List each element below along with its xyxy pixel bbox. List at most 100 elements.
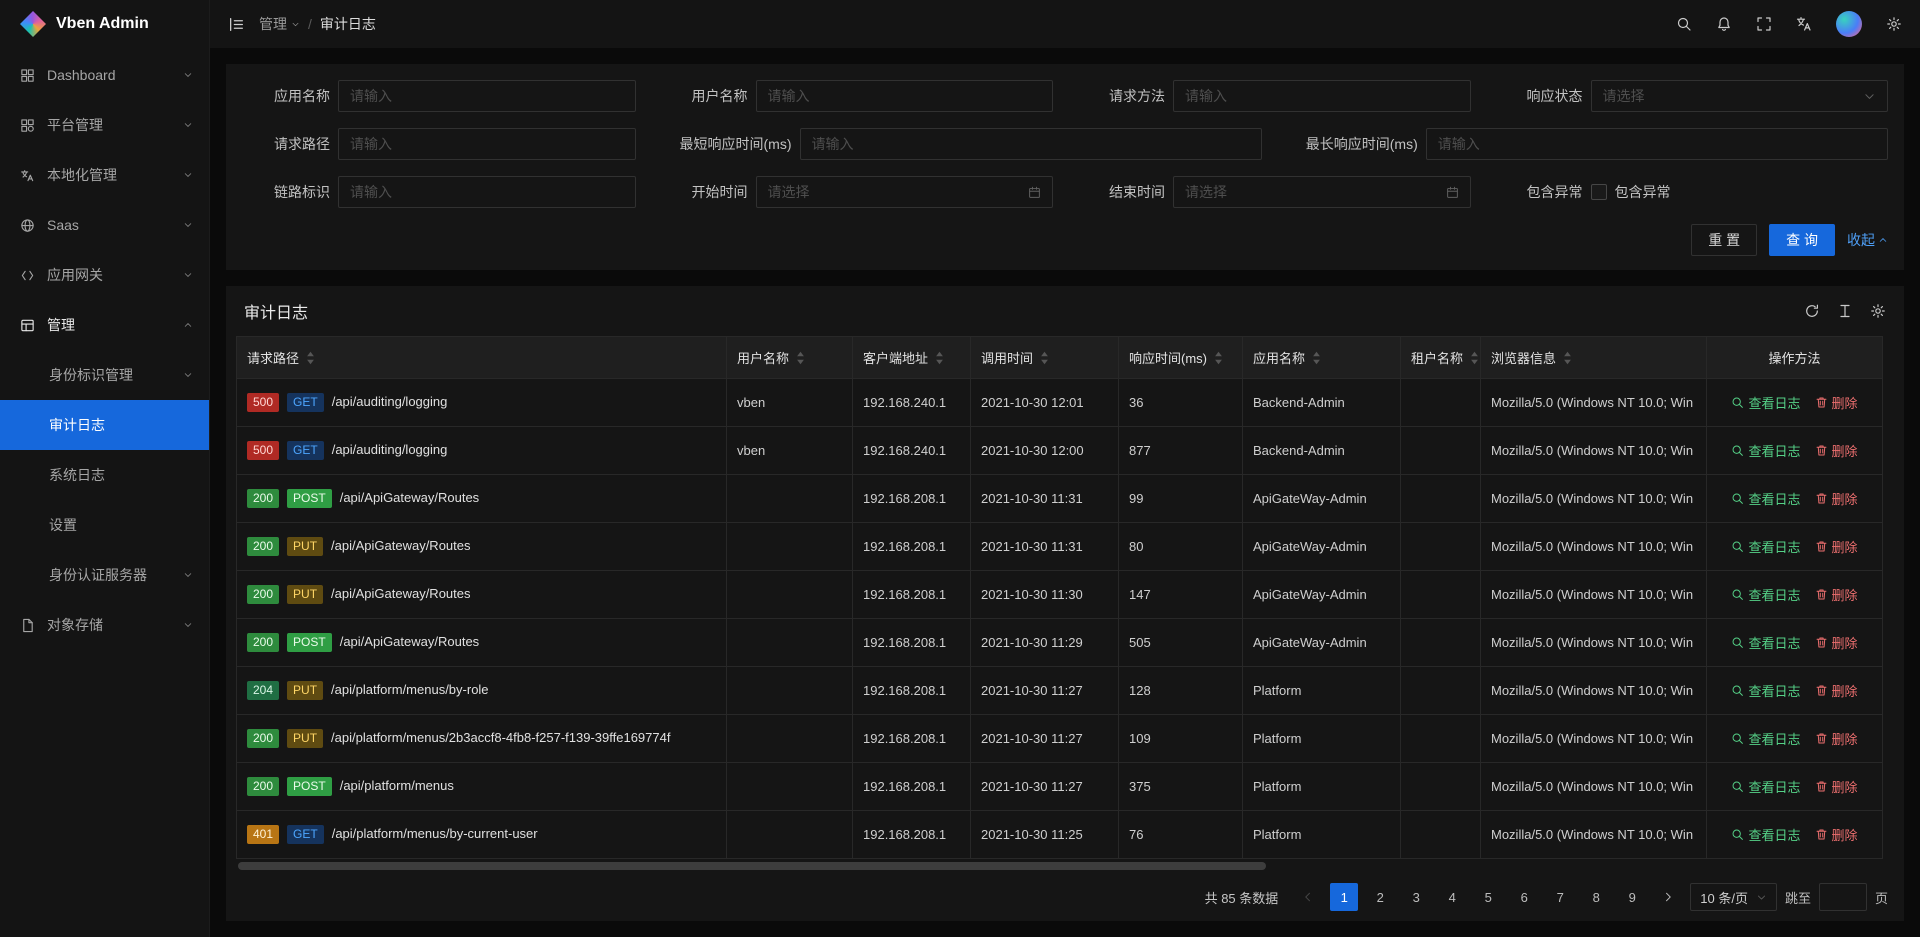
start-time-date-picker[interactable]: 请选择 — [756, 176, 1054, 208]
trace-id-input[interactable] — [338, 176, 636, 208]
sidebar-subitem-identity-management[interactable]: 身份标识管理 — [0, 350, 209, 400]
sidebar-subitem-audit-log[interactable]: 审计日志 — [0, 400, 209, 450]
page-button-2[interactable]: 2 — [1366, 883, 1394, 911]
view-log-button[interactable]: 查看日志 — [1731, 537, 1800, 556]
page-button-1[interactable]: 1 — [1330, 883, 1358, 911]
sidebar-item-saas[interactable]: Saas — [0, 200, 209, 250]
sidebar-item-object-storage[interactable]: 对象存储 — [0, 600, 209, 650]
next-page-button[interactable] — [1654, 883, 1682, 911]
app-logo[interactable]: Vben Admin — [0, 0, 209, 48]
page-button-8[interactable]: 8 — [1582, 883, 1610, 911]
caret-down-icon — [1470, 359, 1479, 365]
sidebar-item-management[interactable]: 管理 — [0, 300, 209, 350]
prev-page-button[interactable] — [1294, 883, 1322, 911]
delete-button[interactable]: 删除 — [1815, 393, 1858, 412]
page-button-9[interactable]: 9 — [1618, 883, 1646, 911]
refresh-icon[interactable] — [1804, 303, 1820, 319]
page-button-4[interactable]: 4 — [1438, 883, 1466, 911]
response-status-select[interactable]: 请选择 — [1591, 80, 1889, 112]
min-response-time-input[interactable] — [800, 128, 1262, 160]
view-log-button[interactable]: 查看日志 — [1731, 489, 1800, 508]
filter-fields: 应用名称用户名称请求方法响应状态请选择请求路径最短响应时间(ms)最长响应时间(… — [242, 80, 1888, 208]
column-settings-icon[interactable] — [1870, 303, 1886, 319]
sort-icon — [1470, 351, 1479, 365]
search-button[interactable]: 查 询 — [1769, 224, 1835, 256]
fullscreen-icon[interactable] — [1756, 16, 1772, 32]
response-time-cell: 147 — [1119, 571, 1243, 619]
call-time-cell: 2021-10-30 11:29 — [971, 619, 1119, 667]
sidebar-item-localization-management[interactable]: 本地化管理 — [0, 150, 209, 200]
sidebar-item-dashboard[interactable]: Dashboard — [0, 50, 209, 100]
page-button-7[interactable]: 7 — [1546, 883, 1574, 911]
magnifier-icon — [1731, 732, 1744, 745]
delete-button[interactable]: 删除 — [1815, 585, 1858, 604]
app-name-input[interactable] — [338, 80, 636, 112]
filter-field-min-response-time: 最短响应时间(ms) — [660, 128, 1262, 160]
view-log-button[interactable]: 查看日志 — [1731, 393, 1800, 412]
include-exception-checkbox[interactable] — [1591, 184, 1607, 200]
translate-icon[interactable] — [1796, 16, 1812, 32]
field-label: 开始时间 — [660, 182, 748, 202]
breadcrumb-root[interactable]: 管理 — [259, 14, 300, 34]
view-log-button[interactable]: 查看日志 — [1731, 729, 1800, 748]
delete-button[interactable]: 删除 — [1815, 681, 1858, 700]
chevron-down-icon — [183, 120, 193, 130]
user-name-cell — [727, 811, 853, 859]
column-header-tenant-name[interactable]: 租户名称 — [1401, 337, 1481, 379]
sidebar-subitem-settings[interactable]: 设置 — [0, 500, 209, 550]
page-button-5[interactable]: 5 — [1474, 883, 1502, 911]
column-header-call-time[interactable]: 调用时间 — [971, 337, 1119, 379]
horizontal-scrollbar[interactable] — [236, 862, 1894, 870]
jump-page-input[interactable] — [1819, 883, 1867, 911]
column-header-response-time[interactable]: 响应时间(ms) — [1119, 337, 1243, 379]
request-method-input[interactable] — [1173, 80, 1471, 112]
collapse-link[interactable]: 收起 — [1847, 230, 1888, 250]
end-time-date-picker[interactable]: 请选择 — [1173, 176, 1471, 208]
page-button-6[interactable]: 6 — [1510, 883, 1538, 911]
delete-button[interactable]: 删除 — [1815, 537, 1858, 556]
column-header-client-ip[interactable]: 客户端地址 — [853, 337, 971, 379]
scrollbar-thumb[interactable] — [238, 862, 1266, 870]
delete-button[interactable]: 删除 — [1815, 489, 1858, 508]
view-log-button[interactable]: 查看日志 — [1731, 633, 1800, 652]
column-title: 调用时间 — [981, 348, 1033, 367]
sidebar-subitem-auth-server[interactable]: 身份认证服务器 — [0, 550, 209, 600]
sidebar-subitem-system-log[interactable]: 系统日志 — [0, 450, 209, 500]
caret-up-icon — [1312, 351, 1321, 357]
max-response-time-input[interactable] — [1426, 128, 1888, 160]
topbar: 管理 / 审计日志 — [210, 0, 1920, 48]
caret-down-icon — [306, 359, 315, 365]
delete-button[interactable]: 删除 — [1815, 825, 1858, 844]
client-ip-cell: 192.168.208.1 — [853, 715, 971, 763]
view-log-button[interactable]: 查看日志 — [1731, 777, 1800, 796]
user-avatar[interactable] — [1836, 11, 1862, 37]
view-log-button[interactable]: 查看日志 — [1731, 825, 1800, 844]
column-header-app-name[interactable]: 应用名称 — [1243, 337, 1401, 379]
user-name-input[interactable] — [756, 80, 1054, 112]
trash-icon — [1815, 732, 1828, 745]
column-header-user-name[interactable]: 用户名称 — [727, 337, 853, 379]
actions-cell: 查看日志删除 — [1707, 811, 1883, 859]
view-log-button[interactable]: 查看日志 — [1731, 585, 1800, 604]
column-height-icon[interactable] — [1837, 303, 1853, 319]
request-path-input[interactable] — [338, 128, 636, 160]
column-header-browser-info[interactable]: 浏览器信息 — [1481, 337, 1707, 379]
sidebar-item-app-gateway[interactable]: 应用网关 — [0, 250, 209, 300]
field-label: 用户名称 — [660, 86, 748, 106]
column-header-request-path[interactable]: 请求路径 — [237, 337, 727, 379]
settings-icon[interactable] — [1886, 16, 1902, 32]
page-button-3[interactable]: 3 — [1402, 883, 1430, 911]
menu-fold-icon[interactable] — [228, 16, 245, 33]
view-log-button[interactable]: 查看日志 — [1731, 681, 1800, 700]
delete-button[interactable]: 删除 — [1815, 633, 1858, 652]
delete-button[interactable]: 删除 — [1815, 441, 1858, 460]
sidebar-item-platform-management[interactable]: 平台管理 — [0, 100, 209, 150]
reset-button[interactable]: 重 置 — [1691, 224, 1757, 256]
magnifier-icon — [1731, 684, 1744, 697]
delete-button[interactable]: 删除 — [1815, 777, 1858, 796]
page-size-select[interactable]: 10 条/页 — [1690, 883, 1777, 911]
delete-button[interactable]: 删除 — [1815, 729, 1858, 748]
view-log-button[interactable]: 查看日志 — [1731, 441, 1800, 460]
bell-icon[interactable] — [1716, 16, 1732, 32]
search-icon[interactable] — [1676, 16, 1692, 32]
